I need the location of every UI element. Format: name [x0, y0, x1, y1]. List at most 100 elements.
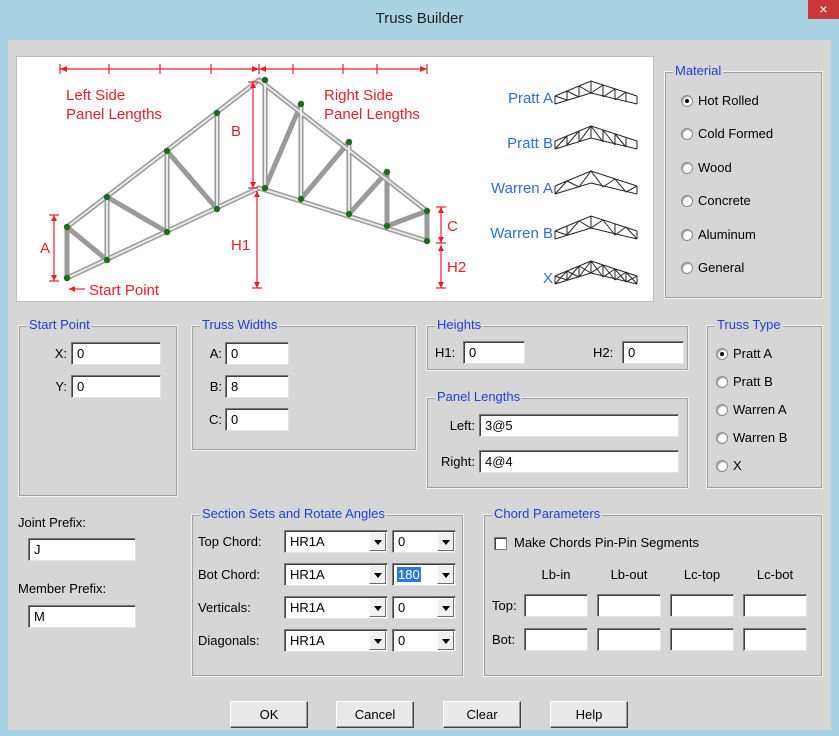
select-value: 0	[398, 633, 406, 648]
top-lc-bot-input[interactable]	[743, 594, 807, 617]
chevron-down-icon[interactable]	[437, 598, 454, 617]
start-point-title: Start Point	[27, 317, 92, 332]
radio-label: Wood	[698, 160, 732, 175]
width-a-label: A:	[209, 346, 222, 361]
top-lc-top-input[interactable]	[670, 594, 734, 617]
right-panel-lengths-label: Panel Lengths	[324, 106, 420, 123]
right-panel-input[interactable]: 4@4	[479, 450, 679, 473]
top-lb-out-input[interactable]	[597, 594, 661, 617]
pratt-a-thumb	[554, 80, 638, 105]
dim-h2-label: H2	[447, 259, 466, 276]
dim-a-label: A	[40, 240, 50, 257]
width-c-input[interactable]: 0	[225, 408, 289, 431]
left-panel-label: Left:	[449, 418, 475, 433]
warren-b-link[interactable]: Warren B	[490, 225, 553, 242]
top-chord-angle-select[interactable]: 0	[392, 530, 456, 553]
start-y-input[interactable]: 0	[71, 375, 161, 398]
top-lb-in-input[interactable]	[524, 594, 588, 617]
bot-lc-top-input[interactable]	[670, 628, 734, 651]
start-point-group: Start Point X: 0 Y: 0	[18, 317, 178, 497]
radio-label: X	[733, 458, 742, 473]
bot-lc-bot-input[interactable]	[743, 628, 807, 651]
verticals-label: Verticals:	[198, 600, 251, 615]
truss-type-group: Truss Type Pratt A Pratt B Warren A Warr…	[706, 317, 823, 489]
bot-lb-out-input[interactable]	[597, 628, 661, 651]
h2-label: H2:	[593, 345, 614, 360]
bot-row-label: Bot:	[492, 632, 516, 647]
pin-pin-label[interactable]: Make Chords Pin-Pin Segments	[514, 535, 699, 550]
radio-label: Concrete	[698, 193, 751, 208]
dim-b-label: B	[231, 123, 241, 140]
dim-c-label: C	[447, 218, 458, 235]
clear-button[interactable]: Clear	[443, 701, 521, 728]
radio-dot	[716, 460, 728, 472]
verticals-angle-select[interactable]: 0	[392, 596, 456, 619]
material-group: Material Hot Rolled Cold Formed Wood Con…	[664, 63, 823, 299]
diagonals-label: Diagonals:	[198, 633, 260, 648]
h2-input[interactable]: 0	[622, 341, 684, 364]
bot-lb-in-input[interactable]	[524, 628, 588, 651]
member-prefix-label: Member Prefix:	[18, 581, 107, 596]
chevron-down-icon[interactable]	[437, 532, 454, 551]
radio-dot	[716, 432, 728, 444]
panel-lengths-title: Panel Lengths	[435, 389, 523, 404]
width-a-input[interactable]: 0	[225, 342, 289, 365]
heights-title: Heights	[435, 317, 484, 332]
truss-type-previews	[554, 80, 638, 285]
radio-dot	[716, 404, 728, 416]
select-value: HR1A	[290, 600, 325, 615]
radio-label: Warren B	[733, 430, 788, 445]
left-panel-input[interactable]: 3@5	[479, 414, 679, 437]
select-value: 0	[398, 600, 406, 615]
width-b-label: B:	[209, 379, 222, 394]
select-value: 180	[397, 567, 421, 582]
section-sets-title: Section Sets and Rotate Angles	[200, 506, 387, 521]
joint-prefix-label: Joint Prefix:	[18, 515, 86, 530]
bot-chord-angle-select[interactable]: 180	[392, 563, 456, 586]
radio-dot	[681, 162, 693, 174]
chevron-down-icon[interactable]	[437, 631, 454, 650]
width-b-input[interactable]: 8	[225, 375, 289, 398]
pratt-a-link[interactable]: Pratt A	[508, 90, 553, 107]
truss-widths-group: Truss Widths A: 0 B: 8 C: 0	[191, 317, 417, 451]
radio-label: Warren A	[733, 402, 787, 417]
help-button[interactable]: Help	[550, 701, 628, 728]
diagonals-section-select[interactable]: HR1A	[284, 629, 388, 652]
select-value: HR1A	[290, 567, 325, 582]
top-chord-section-select[interactable]: HR1A	[284, 530, 388, 553]
chevron-down-icon[interactable]	[369, 565, 386, 584]
truss-type-title: Truss Type	[715, 317, 783, 332]
radio-label: Pratt B	[733, 374, 773, 389]
radio-label: Hot Rolled	[698, 93, 759, 108]
col-lb-in-header: Lb-in	[541, 567, 571, 582]
start-y-label: Y:	[55, 379, 67, 394]
x-type-link[interactable]: X	[543, 270, 553, 287]
close-button[interactable]: ×	[808, 0, 839, 19]
warren-a-link[interactable]: Warren A	[491, 180, 553, 197]
start-x-input[interactable]: 0	[71, 342, 161, 365]
chevron-down-icon[interactable]	[437, 565, 454, 584]
pin-pin-checkbox[interactable]	[494, 537, 507, 550]
material-title: Material	[673, 63, 724, 78]
chevron-down-icon[interactable]	[369, 631, 386, 650]
diagonals-angle-select[interactable]: 0	[392, 629, 456, 652]
cancel-button[interactable]: Cancel	[336, 701, 414, 728]
top-row-label: Top:	[492, 598, 517, 613]
chevron-down-icon[interactable]	[369, 532, 386, 551]
radio-dot	[681, 262, 693, 274]
ok-button[interactable]: OK	[230, 701, 308, 728]
truss-widths-title: Truss Widths	[200, 317, 280, 332]
member-prefix-input[interactable]: M	[28, 605, 136, 628]
pratt-b-link[interactable]: Pratt B	[507, 135, 553, 152]
bot-chord-label: Bot Chord:	[198, 567, 261, 582]
verticals-section-select[interactable]: HR1A	[284, 596, 388, 619]
bot-chord-section-select[interactable]: HR1A	[284, 563, 388, 586]
radio-label: Cold Formed	[698, 126, 774, 141]
joint-prefix-input[interactable]: J	[28, 538, 136, 561]
radio-dot	[716, 376, 728, 388]
chevron-down-icon[interactable]	[369, 598, 386, 617]
h1-input[interactable]: 0	[463, 341, 525, 364]
section-sets-group: Section Sets and Rotate Angles Top Chord…	[191, 506, 464, 677]
title-bar[interactable]: Truss Builder ×	[0, 0, 839, 40]
radio-dot	[716, 348, 728, 360]
